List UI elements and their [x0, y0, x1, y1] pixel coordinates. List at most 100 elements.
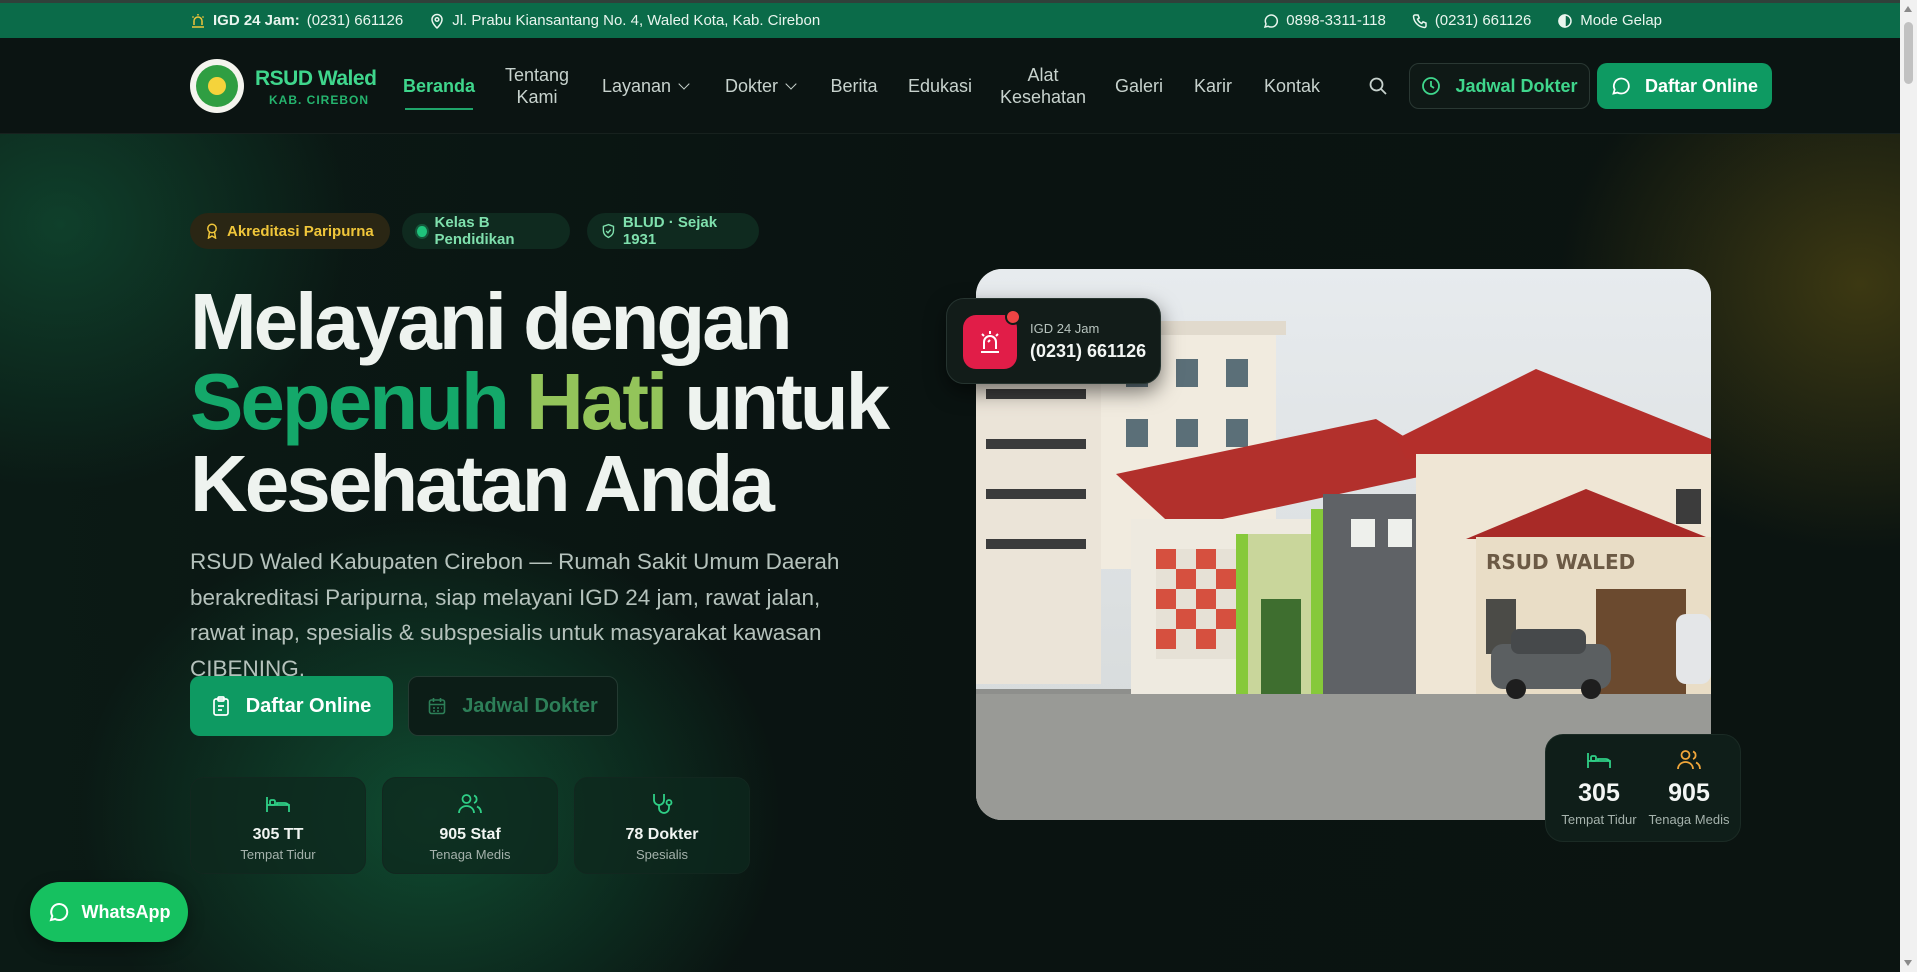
hero-jadwal-label: Jadwal Dokter: [462, 694, 598, 717]
badge-blud: BLUD · Sejak 1931: [587, 213, 759, 249]
hero-daftar-label: Daftar Online: [245, 694, 372, 717]
badge-kelas: Kelas B Pendidikan: [402, 213, 570, 249]
hero-section: Akreditasi Paripurna Kelas B Pendidikan …: [0, 134, 1900, 972]
address-text: Jl. Prabu Kiansantang No. 4, Waled Kota,…: [452, 12, 821, 29]
chat-icon: [1612, 77, 1630, 95]
stethoscope-icon: [653, 794, 673, 814]
scroll-up-icon[interactable]: [1904, 6, 1912, 12]
chevron-down-icon: [785, 77, 797, 90]
nav-edukasi[interactable]: Edukasi: [908, 38, 972, 134]
igd-card-label: IGD 24 Jam: [1030, 321, 1100, 336]
alert-dot-icon: [1005, 309, 1021, 325]
users-icon: [1677, 750, 1701, 770]
hero-title-rest: untuk: [684, 357, 890, 446]
mini-stats-card: 305 Tempat Tidur 905 Tenaga Medis: [1545, 734, 1741, 842]
jadwal-dokter-label: Jadwal Dokter: [1455, 75, 1578, 96]
clock-icon: [1422, 77, 1441, 95]
nav-label: Dokter: [724, 76, 778, 96]
igd-card-phone: (0231) 661126: [1030, 341, 1147, 361]
whatsapp-link[interactable]: 0898-3311-118: [1263, 12, 1386, 29]
mini-stat-staff: 905 Tenaga Medis: [1644, 749, 1734, 827]
badge-label: Akreditasi Paripurna: [227, 222, 374, 240]
search-icon[interactable]: [1368, 76, 1388, 96]
nav-beranda[interactable]: Beranda: [402, 38, 476, 134]
nav-label: Alat Kesehatan: [999, 65, 1087, 107]
building-sign: RSUD WALED: [1486, 550, 1635, 574]
brand-name: RSUD Waled: [255, 67, 377, 90]
chevron-down-icon: [678, 77, 690, 90]
mini-stat-value: 905: [1668, 779, 1710, 807]
nav-galeri[interactable]: Galeri: [1114, 38, 1164, 134]
hero-title-line3: Kesehatan Anda: [190, 439, 775, 528]
calendar-icon: [428, 698, 446, 715]
badge-label: Kelas B Pendidikan: [434, 214, 515, 248]
nav-label: Kontak: [1263, 76, 1321, 96]
nav-label: Layanan: [601, 76, 672, 96]
brand-subtitle: KAB. CIREBON: [269, 93, 370, 107]
phone-link[interactable]: (0231) 661126: [1412, 12, 1531, 29]
igd-emergency-card[interactable]: IGD 24 Jam (0231) 661126: [946, 298, 1161, 384]
stat-value: 78 Dokter: [625, 826, 699, 843]
whatsapp-float-button[interactable]: WhatsApp: [30, 882, 188, 942]
nav-label: Tentang Kami: [504, 65, 570, 107]
jadwal-dokter-button[interactable]: Jadwal Dokter: [1409, 63, 1590, 109]
dark-mode-label: Mode Gelap: [1580, 12, 1662, 29]
bed-icon: [266, 797, 290, 812]
hero-description: RSUD Waled Kabupaten Cirebon — Rumah Sak…: [190, 549, 840, 681]
status-dot-icon: [417, 225, 427, 237]
dark-mode-toggle[interactable]: Mode Gelap: [1557, 12, 1662, 29]
mini-stat-value: 305: [1578, 779, 1620, 807]
nav-dokter[interactable]: Dokter: [720, 38, 800, 134]
stat-value: 305 TT: [252, 826, 304, 843]
igd-phone: (0231) 661126: [306, 12, 404, 29]
scrollbar-thumb[interactable]: [1904, 22, 1913, 84]
nav-tentang-kami[interactable]: Tentang Kami: [500, 38, 574, 134]
mini-stat-beds: 305 Tempat Tidur: [1554, 749, 1644, 827]
whatsapp-label: WhatsApp: [81, 901, 171, 922]
award-icon: [207, 223, 217, 239]
scroll-down-icon[interactable]: [1904, 960, 1912, 966]
hero-daftar-online-button[interactable]: Daftar Online: [190, 676, 393, 736]
clipboard-icon: [212, 696, 229, 716]
nav-berita[interactable]: Berita: [829, 38, 879, 134]
badge-label: BLUD · Sejak 1931: [622, 214, 718, 248]
badge-akreditasi: Akreditasi Paripurna: [190, 213, 390, 249]
mini-stat-label: Tempat Tidur: [1561, 812, 1637, 827]
daftar-online-label: Daftar Online: [1644, 75, 1759, 96]
phone-number: (0231) 661126: [1434, 12, 1532, 29]
igd-label: IGD 24 Jam:: [213, 12, 300, 29]
logo-emblem: [196, 65, 238, 107]
nav-karir[interactable]: Karir: [1192, 38, 1234, 134]
brand[interactable]: RSUD Waled KAB. CIREBON: [255, 67, 377, 107]
hero-jadwal-dokter-button[interactable]: Jadwal Dokter: [408, 676, 618, 736]
nav-label: Berita: [830, 76, 878, 96]
nav-label: Galeri: [1114, 76, 1163, 96]
nav-label: Beranda: [402, 76, 476, 96]
stat-label: Tempat Tidur: [240, 847, 316, 862]
page-scrollbar[interactable]: [1900, 0, 1917, 972]
hero-title-green1: Sepenuh: [190, 357, 510, 446]
map-pin-icon: [431, 13, 443, 29]
half-moon-icon: [1558, 13, 1573, 28]
main-navbar: RSUD Waled KAB. CIREBON Beranda Tentang …: [0, 38, 1900, 134]
daftar-online-button[interactable]: Daftar Online: [1597, 63, 1772, 109]
shield-check-icon: [602, 223, 615, 239]
users-icon: [458, 794, 482, 814]
siren-icon: [191, 13, 205, 28]
igd-info[interactable]: IGD 24 Jam: (0231) 661126: [190, 12, 403, 29]
stat-tempat-tidur: 305 TT Tempat Tidur: [190, 777, 366, 874]
stat-value: 905 Staf: [439, 826, 501, 843]
stat-label: Tenaga Medis: [429, 847, 511, 862]
chat-icon: [1264, 13, 1279, 28]
nav-layanan[interactable]: Layanan: [600, 38, 690, 134]
phone-icon: [1412, 13, 1427, 28]
whatsapp-number: 0898-3311-118: [1286, 12, 1386, 29]
nav-label: Edukasi: [907, 76, 973, 96]
mini-stat-label: Tenaga Medis: [1648, 812, 1730, 827]
hospital-logo[interactable]: [190, 59, 244, 113]
hero-title-green2: Hati: [526, 357, 668, 446]
nav-kontak[interactable]: Kontak: [1262, 38, 1322, 134]
address-info: Jl. Prabu Kiansantang No. 4, Waled Kota,…: [429, 12, 820, 29]
whatsapp-icon: [48, 903, 68, 922]
nav-alat-kesehatan[interactable]: Alat Kesehatan: [998, 38, 1088, 134]
